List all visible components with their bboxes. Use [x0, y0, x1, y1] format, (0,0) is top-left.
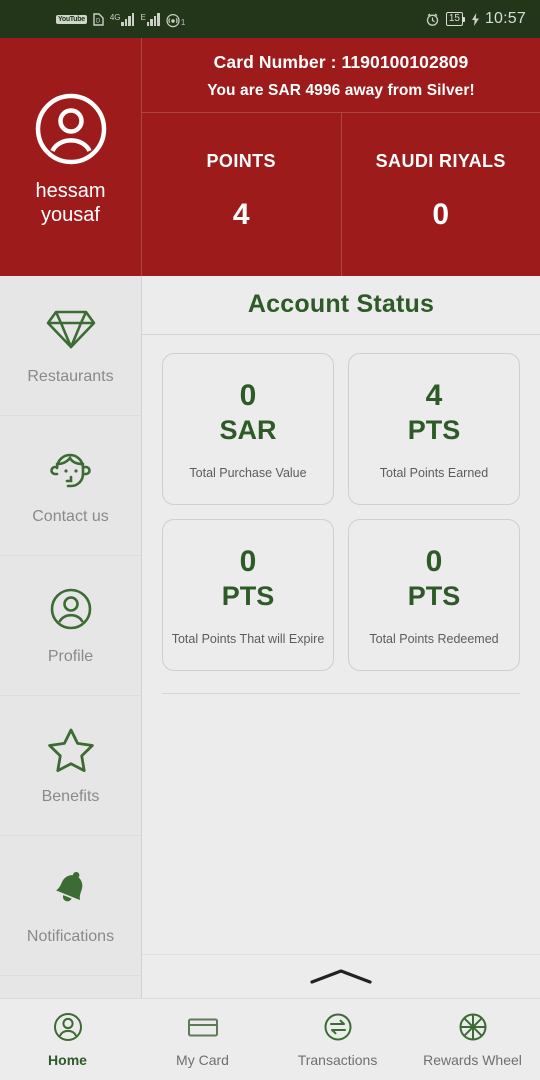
- nav-item-home[interactable]: Home: [0, 999, 135, 1080]
- points-total-value: 4: [232, 198, 250, 231]
- sidebar-menu[interactable]: Restaurants Contact us Profile Benefits …: [0, 276, 142, 998]
- stat-unit: PTS: [221, 580, 275, 611]
- status-bar: YouTube D 4G E 1 15 10:57: [0, 0, 540, 38]
- card-info-block: Card Number : 1190100102809 You are SAR …: [142, 38, 540, 113]
- stat-caption: Total Purchase Value: [189, 465, 307, 480]
- bottom-navigation[interactable]: Home My Card Transactions Rewards Wheel: [0, 998, 540, 1080]
- sidebar-item-label: Profile: [47, 647, 94, 665]
- bell-icon: [46, 866, 96, 912]
- person-circle-icon: [46, 586, 96, 632]
- star-icon: [46, 726, 96, 772]
- wheel-icon: [455, 1011, 491, 1043]
- stat-value: 0: [239, 544, 257, 578]
- points-total: POINTS 4: [142, 113, 341, 276]
- stats-row: 0 SAR Total Purchase Value 4 PTS Total P…: [162, 353, 520, 505]
- card-number-label: Card Number : 1190100102809: [213, 52, 469, 72]
- stat-unit: PTS: [407, 580, 461, 611]
- diamond-icon: [46, 306, 96, 352]
- sidebar-item-label: Restaurants: [27, 367, 114, 385]
- riyals-total-value: 0: [432, 198, 450, 231]
- stats-grid: 0 SAR Total Purchase Value 4 PTS Total P…: [142, 335, 540, 685]
- hotspot-icon: 1: [166, 12, 185, 27]
- app-screen: YouTube D 4G E 1 15 10:57 hessam yousaf …: [0, 0, 540, 1080]
- body-area: Restaurants Contact us Profile Benefits …: [0, 276, 540, 998]
- clock-label: 10:57: [484, 10, 526, 27]
- stat-card-points-expiring[interactable]: 0 PTS Total Points That will Expire: [162, 519, 334, 671]
- svg-text:D: D: [96, 18, 101, 24]
- sidebar-item-label: Benefits: [41, 787, 100, 805]
- support-agent-icon: [46, 446, 96, 492]
- card-details: Card Number : 1190100102809 You are SAR …: [142, 38, 540, 276]
- alarm-icon: [425, 12, 440, 27]
- drawer-handle[interactable]: [142, 954, 540, 998]
- hotspot-count-label: 1: [180, 17, 186, 27]
- stat-card-points-redeemed[interactable]: 0 PTS Total Points Redeemed: [348, 519, 520, 671]
- signal-sim1-icon: 4G: [109, 12, 135, 26]
- battery-icon: 15: [445, 12, 466, 26]
- charging-bolt-icon: [471, 12, 479, 26]
- stat-card-purchase-value[interactable]: 0 SAR Total Purchase Value: [162, 353, 334, 505]
- network-type-e-label: E: [140, 12, 146, 22]
- main-content: Account Status 0 SAR Total Purchase Valu…: [142, 276, 540, 998]
- stat-card-points-earned[interactable]: 4 PTS Total Points Earned: [348, 353, 520, 505]
- status-bar-left-icons: YouTube D 4G E 1: [14, 12, 185, 27]
- nav-item-my-card[interactable]: My Card: [135, 999, 270, 1080]
- stat-value: 0: [239, 378, 257, 412]
- user-name-label: hessam yousaf: [35, 180, 106, 226]
- stat-caption: Total Points That will Expire: [171, 631, 325, 646]
- sidebar-item-contact-us[interactable]: Contact us: [0, 416, 141, 556]
- stat-value: 0: [425, 544, 443, 578]
- stat-caption: Total Points Earned: [379, 465, 489, 480]
- points-total-label: POINTS: [206, 151, 276, 171]
- stat-unit: SAR: [219, 414, 277, 445]
- totals-row: POINTS 4 SAUDI RIYALS 0: [142, 113, 540, 276]
- status-bar-right-icons: 15 10:57: [425, 10, 526, 28]
- stat-unit: PTS: [407, 414, 461, 445]
- nav-item-label: My Card: [176, 1052, 229, 1068]
- nav-item-rewards-wheel[interactable]: Rewards Wheel: [405, 999, 540, 1080]
- data-saver-icon: D: [93, 12, 104, 26]
- network-type-4g-label: 4G: [109, 12, 121, 22]
- profile-summary[interactable]: hessam yousaf: [0, 38, 142, 276]
- tier-progress-label: You are SAR 4996 away from Silver!: [207, 82, 475, 99]
- riyals-total-label: SAUDI RIYALS: [375, 151, 506, 171]
- sidebar-item-label: Notifications: [26, 927, 115, 945]
- nav-item-transactions[interactable]: Transactions: [270, 999, 405, 1080]
- sidebar-item-partial[interactable]: [0, 976, 141, 998]
- chevron-up-icon: [310, 968, 372, 984]
- nav-item-label: Rewards Wheel: [423, 1052, 522, 1068]
- sidebar-item-benefits[interactable]: Benefits: [0, 696, 141, 836]
- signal-sim2-icon: E: [140, 12, 160, 26]
- nav-item-label: Transactions: [297, 1052, 378, 1068]
- stat-value: 4: [425, 378, 443, 412]
- page-title: Account Status: [142, 276, 540, 335]
- card-header: hessam yousaf Card Number : 1190100102809…: [0, 38, 540, 276]
- riyals-total: SAUDI RIYALS 0: [340, 113, 540, 276]
- stats-row: 0 PTS Total Points That will Expire 0 PT…: [162, 519, 520, 671]
- sidebar-item-restaurants[interactable]: Restaurants: [0, 276, 141, 416]
- nav-item-label: Home: [48, 1052, 87, 1068]
- card-icon: [185, 1011, 221, 1043]
- stat-caption: Total Points Redeemed: [369, 631, 499, 646]
- person-circle-icon: [50, 1011, 86, 1043]
- avatar: [34, 92, 108, 166]
- sidebar-item-label: Contact us: [32, 507, 109, 525]
- sidebar-item-profile[interactable]: Profile: [0, 556, 141, 696]
- sidebar-item-notifications[interactable]: Notifications: [0, 836, 141, 976]
- youtube-icon: YouTube: [56, 14, 87, 24]
- transfer-circle-icon: [320, 1011, 356, 1043]
